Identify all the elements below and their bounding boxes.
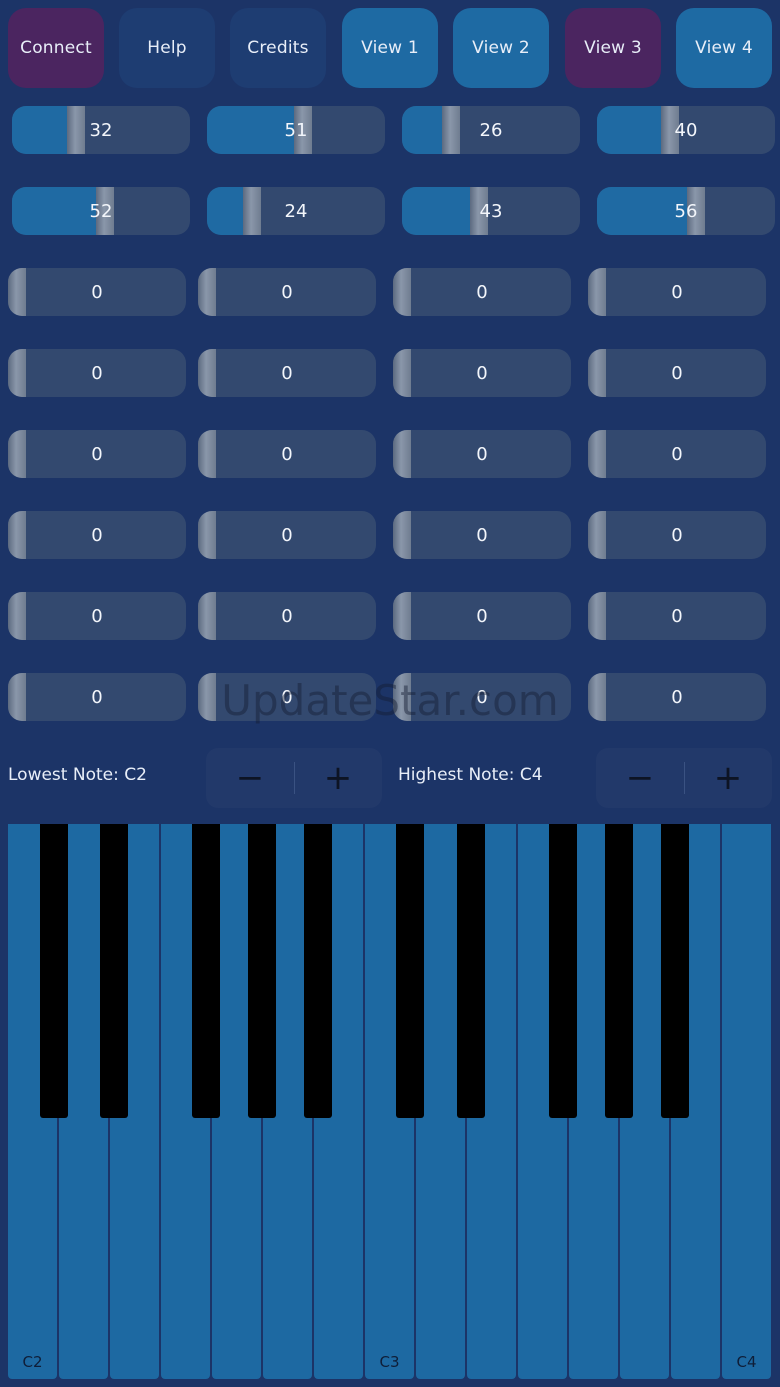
slider[interactable]: 0	[393, 349, 571, 397]
slider[interactable]: 24	[207, 187, 385, 235]
black-key-d-sharp-3[interactable]	[457, 824, 485, 1118]
highest-note-increment-button[interactable]: +	[684, 748, 772, 808]
slider[interactable]: 0	[8, 268, 186, 316]
slider-value: 0	[476, 605, 488, 627]
slider[interactable]: 0	[198, 430, 376, 478]
slider-value: 26	[479, 119, 503, 141]
slider-value: 56	[674, 200, 698, 222]
lowest-note-increment-button[interactable]: +	[294, 748, 382, 808]
highest-note-stepper: − +	[596, 748, 772, 808]
slider[interactable]: 0	[588, 430, 766, 478]
slider-value: 0	[671, 443, 683, 465]
slider[interactable]: 0	[8, 673, 186, 721]
slider[interactable]: 43	[402, 187, 580, 235]
slider[interactable]: 0	[393, 673, 571, 721]
slider-grid: 32 51 26 40 52 24 43 56 0 0 0 0 0 0 0 0 …	[0, 0, 780, 740]
slider-value: 0	[476, 362, 488, 384]
slider-value: 0	[281, 443, 293, 465]
key-label-c2: C2	[22, 1353, 43, 1371]
white-key-c4[interactable]: C4	[722, 824, 771, 1379]
slider-value: 0	[91, 443, 103, 465]
slider-value: 52	[89, 200, 113, 222]
slider[interactable]: 32	[12, 106, 190, 154]
slider[interactable]: 0	[588, 592, 766, 640]
slider[interactable]: 40	[597, 106, 775, 154]
slider-value: 0	[476, 686, 488, 708]
key-label-c3: C3	[379, 1353, 400, 1371]
slider-value: 43	[479, 200, 503, 222]
slider-value: 0	[671, 362, 683, 384]
slider-value: 0	[281, 605, 293, 627]
slider[interactable]: 0	[8, 592, 186, 640]
slider-value: 0	[281, 686, 293, 708]
black-key-f-sharp-2[interactable]	[192, 824, 220, 1118]
black-key-f-sharp-3[interactable]	[549, 824, 577, 1118]
slider-value: 40	[674, 119, 698, 141]
slider[interactable]: 56	[597, 187, 775, 235]
slider-value: 0	[476, 443, 488, 465]
slider[interactable]: 0	[8, 349, 186, 397]
slider[interactable]: 51	[207, 106, 385, 154]
slider-value: 32	[89, 119, 113, 141]
slider-value: 24	[284, 200, 308, 222]
slider[interactable]: 0	[198, 268, 376, 316]
highest-note-decrement-button[interactable]: −	[596, 748, 684, 808]
highest-note-label: Highest Note: C4	[398, 765, 543, 785]
slider-value: 0	[91, 524, 103, 546]
black-key-c-sharp-2[interactable]	[40, 824, 68, 1118]
slider-value: 0	[91, 362, 103, 384]
slider-value: 0	[281, 362, 293, 384]
slider-value: 0	[91, 686, 103, 708]
slider[interactable]: 26	[402, 106, 580, 154]
slider[interactable]: 0	[393, 430, 571, 478]
slider[interactable]: 0	[588, 349, 766, 397]
black-key-a-sharp-2[interactable]	[304, 824, 332, 1118]
slider-value: 0	[476, 281, 488, 303]
slider[interactable]: 0	[8, 430, 186, 478]
lowest-note-stepper: − +	[206, 748, 382, 808]
slider-value: 0	[91, 605, 103, 627]
lowest-note-label: Lowest Note: C2	[8, 765, 147, 785]
black-key-c-sharp-3[interactable]	[396, 824, 424, 1118]
slider[interactable]: 52	[12, 187, 190, 235]
slider[interactable]: 0	[198, 511, 376, 559]
slider[interactable]: 0	[588, 673, 766, 721]
slider[interactable]: 0	[588, 268, 766, 316]
black-key-g-sharp-3[interactable]	[605, 824, 633, 1118]
black-key-a-sharp-3[interactable]	[661, 824, 689, 1118]
slider-value: 0	[281, 281, 293, 303]
slider-value: 51	[284, 119, 308, 141]
black-key-d-sharp-2[interactable]	[100, 824, 128, 1118]
slider[interactable]: 0	[588, 511, 766, 559]
slider[interactable]: 0	[198, 673, 376, 721]
slider[interactable]: 0	[198, 349, 376, 397]
slider[interactable]: 0	[393, 511, 571, 559]
slider-value: 0	[476, 524, 488, 546]
slider[interactable]: 0	[393, 268, 571, 316]
note-range-controls: Lowest Note: C2 − + Highest Note: C4 − +	[0, 745, 780, 810]
slider-value: 0	[91, 281, 103, 303]
slider-value: 0	[671, 281, 683, 303]
piano-keyboard: C2 C3 C4	[8, 824, 772, 1379]
key-label-c4: C4	[736, 1353, 757, 1371]
lowest-note-decrement-button[interactable]: −	[206, 748, 294, 808]
slider[interactable]: 0	[393, 592, 571, 640]
slider[interactable]: 0	[198, 592, 376, 640]
slider[interactable]: 0	[8, 511, 186, 559]
slider-value: 0	[671, 524, 683, 546]
black-key-g-sharp-2[interactable]	[248, 824, 276, 1118]
slider-value: 0	[281, 524, 293, 546]
slider-value: 0	[671, 686, 683, 708]
slider-value: 0	[671, 605, 683, 627]
